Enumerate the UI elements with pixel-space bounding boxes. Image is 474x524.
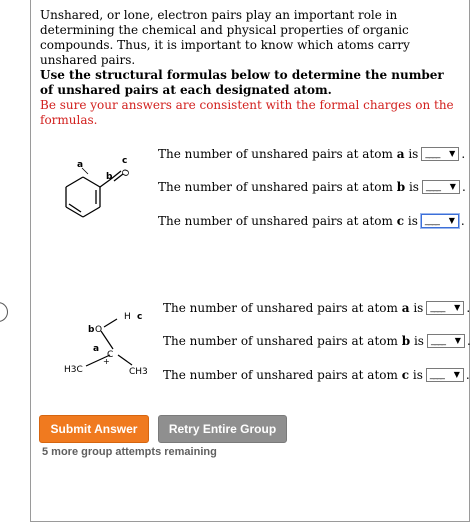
mol1-question-b: The number of unshared pairs at atom b i… [158,180,466,194]
mol1-select-a[interactable]: ____ ▼ [421,147,460,161]
mol2-select-b[interactable]: ____ ▼ [426,334,465,348]
mol2-label-a: a [93,344,99,354]
mol2-ch3-left: H3C [64,365,83,375]
intro-instruction: Use the structural formulas below to det… [40,68,444,97]
mol2-select-a[interactable]: ____ ▼ [426,301,465,315]
mol2-atom-h: H [124,312,131,322]
dropdown-arrow-icon: ▼ [448,216,455,225]
mol2-question-a: The number of unshared pairs at atom a i… [163,301,471,315]
intro-paragraph: Unshared, or lone, electron pairs play a… [40,8,410,67]
intro-warning: Be sure your answers are consistent with… [40,98,454,127]
mol2-question-b: The number of unshared pairs at atom b i… [163,334,471,348]
mol2-question-c: The number of unshared pairs at atom c i… [163,368,470,382]
dropdown-arrow-icon: ▼ [449,149,456,158]
submit-answer-button[interactable]: Submit Answer [39,415,149,443]
question-intro: Unshared, or lone, electron pairs play a… [40,8,460,128]
molecule-1-structure: a b c O [65,156,133,218]
mol2-select-c[interactable]: ____ ▼ [425,368,464,382]
mol2-label-c: c [137,312,142,322]
mol2-label-b: b [88,325,95,335]
mol1-select-c[interactable]: ____ ▼ [420,214,459,228]
mol2-charge: + [103,357,110,366]
mol2-ch3-right: CH3 [129,367,148,377]
mol1-atom-o: O [121,168,133,178]
mol1-question-c: The number of unshared pairs at atom c i… [158,214,465,228]
attempts-remaining: 5 more group attempts remaining [42,446,217,458]
mol1-select-b[interactable]: ____ ▼ [421,180,460,194]
mol1-question-a: The number of unshared pairs at atom a i… [158,147,466,161]
mol1-label-c: c [122,156,127,166]
dropdown-arrow-icon: ▼ [454,336,461,345]
mol1-label-b: b [106,172,113,182]
mol2-atom-o: O [95,325,102,335]
dropdown-arrow-icon: ▼ [449,182,456,191]
dropdown-arrow-icon: ▼ [454,303,461,312]
dropdown-arrow-icon: ▼ [453,370,460,379]
window-edge-handle [0,302,8,322]
molecule-2-structure: H c b O a C + H3C CH3 [64,312,148,377]
retry-group-button[interactable]: Retry Entire Group [158,415,287,443]
